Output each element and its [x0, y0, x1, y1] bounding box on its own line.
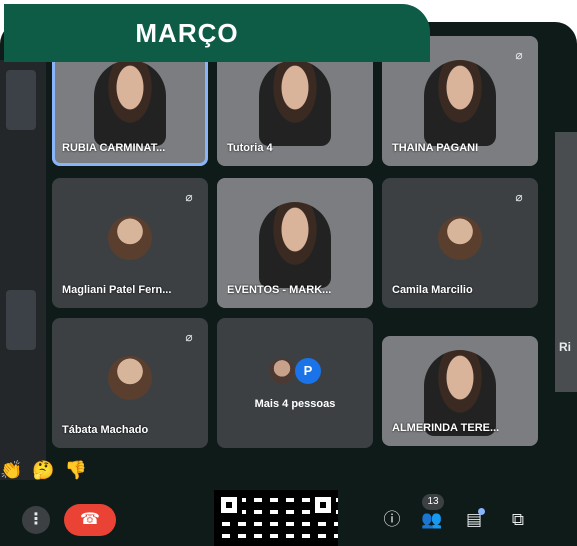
side-video-tile[interactable]: Ri [555, 132, 577, 392]
activities-icon[interactable]: ⧉ [506, 508, 530, 532]
participant-video [94, 60, 166, 146]
participant-avatar [438, 216, 482, 260]
participant-avatar [108, 356, 152, 400]
left-sidebar [0, 60, 46, 480]
chat-notification-dot [478, 508, 485, 515]
more-participants-tile[interactable]: P Mais 4 pessoas [217, 318, 373, 448]
mic-off-icon: ⌀ [515, 48, 523, 62]
side-tile-label: Ri [559, 340, 571, 354]
mic-off-icon: ⌀ [515, 190, 523, 204]
qr-finder [310, 492, 336, 518]
month-banner: MARÇO [4, 4, 430, 62]
participant-tile[interactable]: ⌀ Magliani Patel Fern... [52, 178, 208, 308]
more-vert-icon[interactable]: ⋮ [22, 506, 50, 534]
participant-name: Magliani Patel Fern... [62, 284, 172, 296]
clap-reaction-icon[interactable]: 👏 [0, 460, 22, 481]
participant-avatar [269, 358, 295, 384]
thinking-reaction-icon[interactable]: 🤔 [32, 460, 54, 481]
participant-name: ALMERINDA TERE... [392, 422, 500, 434]
people-icon[interactable]: 👥 [420, 508, 444, 532]
participant-name: THAINA PAGANI [392, 142, 479, 154]
participant-name: Camila Marcilio [392, 284, 473, 296]
participant-tile[interactable]: ⌀ Tábata Machado [52, 318, 208, 448]
sidebar-thumb [6, 70, 36, 130]
participant-tile[interactable]: ALMERINDA TERE... [382, 336, 538, 446]
sidebar-thumb [6, 290, 36, 350]
participant-name: Tutoria 4 [227, 142, 273, 154]
participant-name: RUBIA CARMINAT... [62, 142, 166, 154]
participant-initial-badge: P [295, 358, 321, 384]
participant-name: EVENTOS - MARK... [227, 284, 332, 296]
info-icon[interactable]: ⓘ [380, 508, 404, 532]
thumbs-down-reaction-icon[interactable]: 👎 [65, 460, 87, 481]
participant-name: Tábata Machado [62, 424, 149, 436]
participant-tile[interactable]: ⌀ Camila Marcilio [382, 178, 538, 308]
leave-call-button[interactable]: ☎ [64, 504, 116, 536]
banner-title: MARÇO [135, 17, 239, 48]
participant-video [259, 60, 331, 146]
mic-off-icon: ⌀ [185, 190, 193, 204]
more-participants-label: Mais 4 pessoas [254, 398, 336, 410]
meeting-photo: MARÇO Ri RUBIA CARMINAT... Tutoria 4 ⌀ T… [0, 0, 577, 546]
participant-tile[interactable]: EVENTOS - MARK... [217, 178, 373, 308]
call-end-icon: ☎ [80, 511, 100, 528]
mic-off-icon: ⌀ [185, 330, 193, 344]
participant-video [259, 202, 331, 288]
qr-code [214, 490, 338, 546]
reaction-bar: 👏 🤔 👎 [0, 460, 87, 481]
qr-finder [216, 492, 242, 518]
participant-video [424, 60, 496, 146]
participant-avatar [108, 216, 152, 260]
